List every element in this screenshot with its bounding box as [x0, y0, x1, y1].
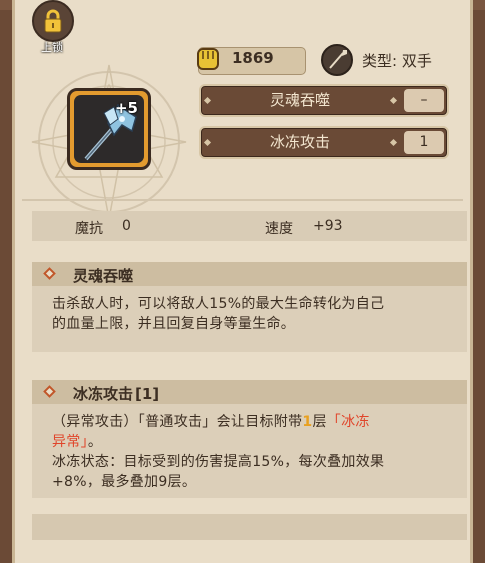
bottom-strip	[32, 514, 467, 540]
stats-row: 魔抗 0 速度 +93	[32, 211, 467, 241]
description-segment: 层	[312, 414, 327, 430]
description-line: +8%，最多叠加9层。	[52, 474, 197, 490]
enhance-level: +5	[114, 99, 138, 117]
divider	[22, 199, 463, 201]
skill-description-title: 冰冻攻击 [1]	[73, 383, 159, 404]
description-line: 击杀敌人时，可以将敌人15%的最大生命转化为自己	[52, 296, 385, 312]
skill-description-text: （异常攻击）「普通攻击」会让目标附带1层「冰冻 异常」。 冰冻状态：目标受到的伤…	[52, 412, 462, 492]
lock-icon	[32, 0, 74, 42]
lock-button[interactable]: 上锁	[30, 0, 74, 56]
stat-value: 0	[122, 218, 131, 234]
diamond-icon	[43, 267, 56, 280]
weapon-type: 类型: 双手	[362, 52, 432, 70]
diamond-icon	[43, 385, 56, 398]
description-line: 异常」。	[52, 432, 462, 452]
skill-description-header: 灵魂吞噬	[32, 262, 467, 286]
lock-label: 上锁	[41, 41, 63, 54]
description-segment: 。	[87, 434, 103, 450]
skill-name: 冰冻攻击	[269, 133, 330, 151]
spear-icon	[321, 44, 353, 76]
fist-icon	[197, 48, 219, 70]
stat-label: 速度	[265, 221, 293, 237]
skill-level: –	[404, 89, 444, 112]
description-segment: （异常攻击）「普通攻击」会让目标附带	[52, 414, 303, 430]
status-keyword: 「冰冻	[326, 414, 370, 430]
skill-name: 灵魂吞噬	[269, 91, 330, 109]
skill-level: 1	[404, 131, 444, 154]
skill-title-level: [1]	[135, 385, 160, 403]
description-line: 冰冻状态：目标受到的伤害提高15%，每次叠加效果	[52, 454, 385, 470]
skill-button-freeze-attack[interactable]: 冰冻攻击 1	[199, 126, 449, 159]
stack-count: 1	[302, 414, 313, 430]
stat-label: 魔抗	[75, 221, 103, 237]
status-keyword: 异常」	[52, 434, 88, 450]
skill-title-text: 冰冻攻击	[73, 385, 134, 403]
weapon-slot[interactable]: +5	[67, 88, 151, 170]
skill-description-text: 击杀敌人时，可以将敌人15%的最大生命转化为自己 的血量上限，并且回复自身等量生…	[52, 294, 462, 334]
description-line: （异常攻击）「普通攻击」会让目标附带1层「冰冻	[52, 412, 462, 432]
description-line: 的血量上限，并且回复自身等量生命。	[52, 316, 296, 332]
power-value: 1869	[232, 49, 274, 67]
skill-description-title: 灵魂吞噬	[73, 267, 134, 285]
skill-button-soul-devour[interactable]: 灵魂吞噬 –	[199, 84, 449, 117]
stat-value: +93	[313, 218, 343, 234]
skill-description-header: 冰冻攻击 [1]	[32, 380, 467, 404]
